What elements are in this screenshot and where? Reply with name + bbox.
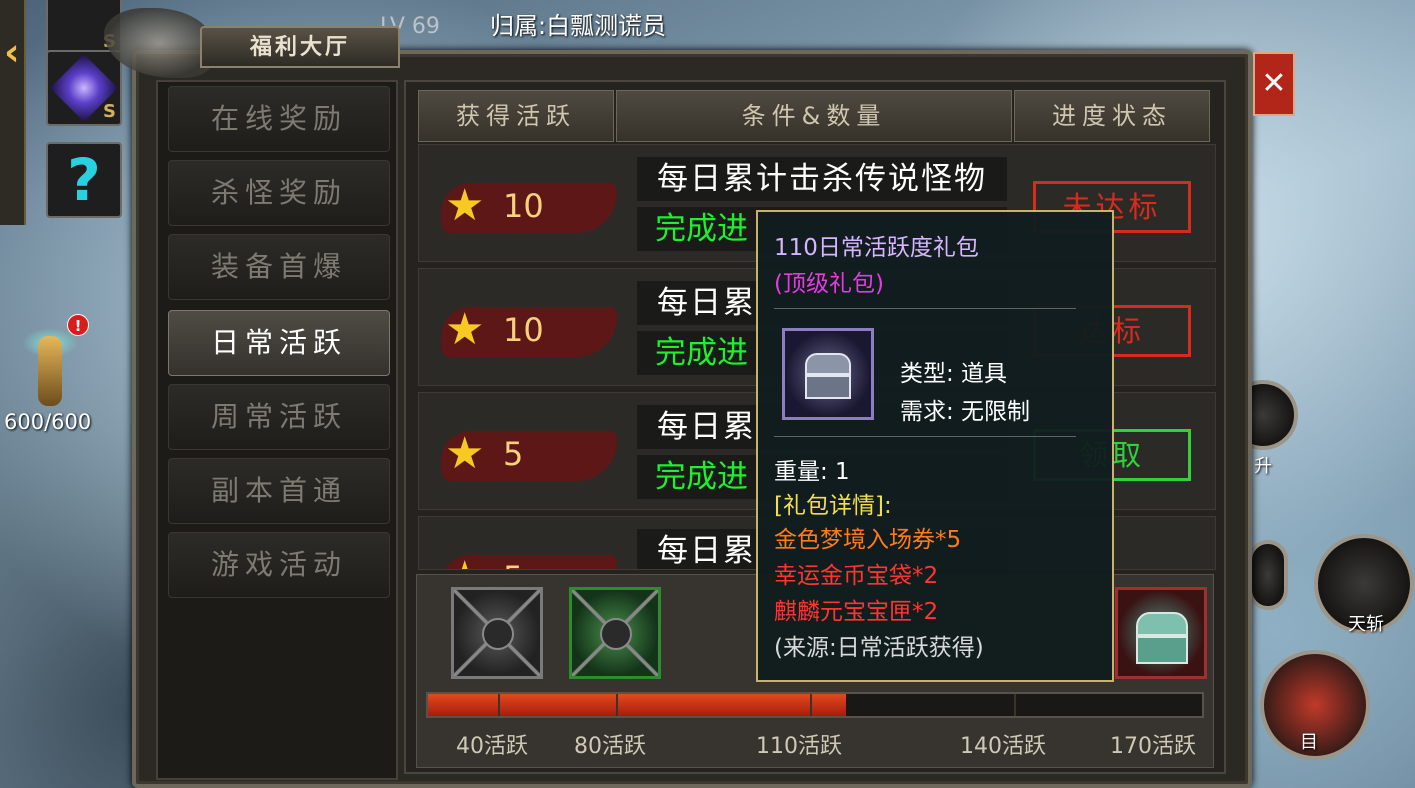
help-button[interactable]: ? (46, 142, 122, 218)
header-condition: 条件&数量 (616, 90, 1012, 142)
tab-daily-activity[interactable]: 日常活跃 (168, 310, 390, 376)
gift-item: 麒麟元宝宝匣*2 (774, 599, 939, 625)
tab-dungeon-first-clear[interactable]: 副本首通 (168, 458, 390, 524)
activity-progress-bar (426, 692, 1204, 718)
item-tooltip: 110日常活跃度礼包 (顶级礼包) 类型: 道具 需求: 无限制 重量: 1 [… (756, 210, 1114, 682)
activity-points: 10 (503, 311, 544, 349)
tab-menu: 在线奖励 杀怪奖励 装备首爆 日常活跃 周常活跃 副本首通 游戏活动 (156, 80, 398, 780)
item-requirement: 需求: 无限制 (900, 399, 1031, 425)
gift-item: 金色梦境入场券*5 (774, 527, 962, 553)
pet-hp-text: 600/600 (4, 410, 92, 434)
item-type: 类型: 道具 (900, 361, 1008, 387)
divider (774, 436, 1076, 437)
target-skill-label: 目 (1300, 732, 1318, 753)
tab-online-reward[interactable]: 在线奖励 (168, 86, 390, 152)
header-activity-points: 获得活跃 (418, 90, 614, 142)
chest-lid (805, 353, 851, 375)
reward-chest-80[interactable] (569, 587, 661, 679)
star-icon: ★ (445, 304, 485, 355)
pet-body (38, 336, 62, 406)
gift-item: 幸运金币宝袋*2 (774, 563, 939, 589)
milestone-label: 140活跃 (960, 734, 1046, 759)
lock-icon (600, 618, 632, 650)
progress-tick (1014, 694, 1016, 716)
tab-game-events[interactable]: 游戏活动 (168, 532, 390, 598)
side-skill-button[interactable] (1248, 540, 1288, 610)
tab-kill-reward[interactable]: 杀怪奖励 (168, 160, 390, 226)
progress-tick (498, 694, 500, 716)
milestone-label: 40活跃 (456, 734, 528, 759)
progress-tick (616, 694, 618, 716)
tooltip-title: 110日常活跃度礼包 (774, 235, 979, 261)
star-icon: ★ (445, 428, 485, 479)
sword-skill-label: 天斩 (1348, 614, 1384, 635)
tab-equipment-first-drop[interactable]: 装备首爆 (168, 234, 390, 300)
window-title: 福利大厅 (200, 26, 400, 68)
chest-lid (1136, 612, 1188, 636)
activity-points: 10 (503, 187, 544, 225)
gem-item-slot[interactable]: S (46, 50, 122, 126)
milestone-label: 110活跃 (756, 734, 842, 759)
tab-weekly-activity[interactable]: 周常活跃 (168, 384, 390, 450)
divider (774, 308, 1076, 309)
grade-s-tag: S (103, 101, 116, 122)
reward-chest-170[interactable] (1115, 587, 1207, 679)
gift-chest-icon (782, 328, 874, 420)
chest-box (805, 375, 851, 399)
star-icon: ★ (445, 553, 484, 570)
boss-owner-label: 归属:白瓢测谎员 (490, 12, 667, 40)
alert-badge: ! (67, 314, 89, 336)
item-weight: 重量: 1 (774, 459, 850, 485)
reward-chest-40[interactable] (451, 587, 543, 679)
header-status: 进度状态 (1014, 90, 1210, 142)
progress-tick (810, 694, 812, 716)
activity-points: 5 (503, 435, 524, 473)
lock-icon (482, 618, 514, 650)
question-icon: ? (67, 146, 101, 214)
upgrade-skill-label: 升 (1254, 456, 1272, 477)
close-button[interactable]: ✕ (1253, 52, 1295, 116)
star-icon: ★ (445, 180, 485, 231)
details-header: [礼包详情]: (774, 493, 892, 519)
task-description: 每日累计击杀传说怪物 (637, 157, 1007, 201)
chest-box (1136, 636, 1188, 664)
item-source: (来源:日常活跃获得) (774, 635, 984, 661)
progress-fill (428, 694, 846, 716)
milestone-label: 170活跃 (1110, 734, 1196, 759)
tooltip-subtitle: (顶级礼包) (774, 271, 884, 297)
milestone-label: 80活跃 (574, 734, 646, 759)
activity-points: 5 (503, 553, 523, 569)
collapse-arrow-icon[interactable]: ‹ (4, 30, 20, 74)
